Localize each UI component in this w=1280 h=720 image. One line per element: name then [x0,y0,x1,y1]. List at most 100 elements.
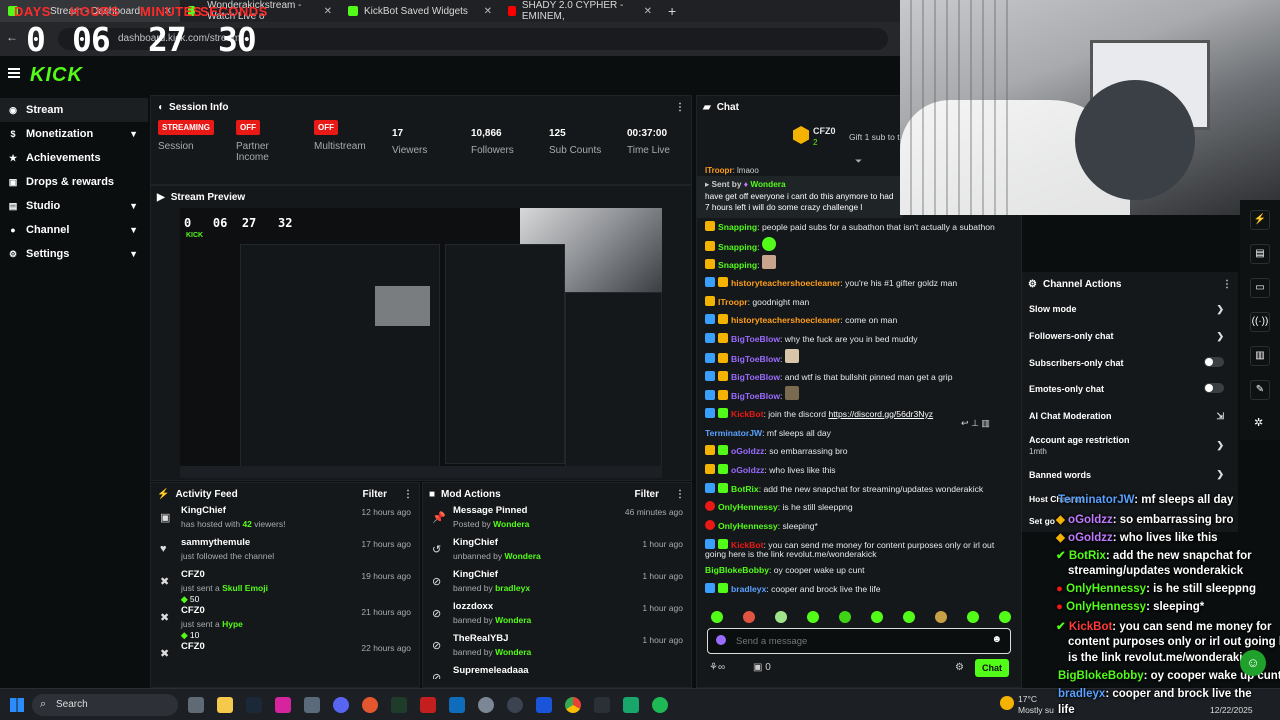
chat-username[interactable]: oGoldzz [731,446,764,456]
settings-icon[interactable] [478,697,494,713]
chat-username[interactable]: historyteachershoecleaner [731,315,840,325]
app-icon[interactable] [420,697,436,713]
emote-icon[interactable] [999,611,1011,623]
outlook-icon[interactable] [449,697,465,713]
sidebar-item-drops[interactable]: ▣ Drops & rewards [0,170,148,194]
chat-username[interactable]: KickBot [731,409,763,419]
emotes-only-toggle[interactable] [1204,383,1224,394]
kick-logo[interactable]: KICK [30,64,83,87]
more-options-icon[interactable]: ⋮ [675,102,685,113]
chat-username[interactable]: OnlyHennessy [718,521,778,531]
chat-username[interactable]: TerminatorJW [705,428,762,438]
chat-username[interactable]: BigToeBlow [731,354,780,364]
steam-icon[interactable] [246,697,262,713]
file-explorer-icon[interactable] [217,697,233,713]
chat-username[interactable]: Snapping [718,260,757,270]
taskbar-search[interactable]: ⌕ Search [32,694,178,716]
emote-icon[interactable] [711,611,723,623]
app-icon[interactable] [536,697,552,713]
more-options-icon[interactable]: ⋮ [1222,279,1232,290]
tab-kickbot-widgets[interactable]: KickBot Saved Widgets ✕ [340,0,500,22]
emote-icon[interactable] [807,611,819,623]
app-icon[interactable] [362,697,378,713]
gift-sub-text[interactable]: Gift 1 sub to t [849,132,900,142]
chat-username[interactable]: BigToeBlow [731,334,780,344]
weather-icon[interactable] [1000,696,1014,710]
instagram-icon[interactable] [275,697,291,713]
app-icon[interactable] [623,697,639,713]
wrench-icon[interactable]: ✎ [1250,380,1270,400]
chat-username[interactable]: historyteachershoecleaner [731,278,840,288]
banned-words-row[interactable]: Banned words ❯ [1022,461,1238,488]
spotify-icon[interactable] [652,697,668,713]
discord-icon[interactable] [333,697,349,713]
app-icon[interactable] [304,697,320,713]
emote-icon[interactable] [903,611,915,623]
chat-username[interactable]: ITroopr [718,297,748,307]
close-tab-icon[interactable]: ✕ [644,6,652,17]
app-icon[interactable] [391,697,407,713]
filter-button[interactable]: Filter [635,489,659,500]
chat-input-box[interactable]: ☻ [707,628,1011,654]
obs-icon[interactable] [594,697,610,713]
chat-username[interactable]: OnlyHennessy [718,502,778,512]
sidebar-item-stream[interactable]: ◉ Stream [0,98,148,122]
tab-youtube[interactable]: SHADY 2.0 CYPHER - EMINEM, ✕ [500,0,660,22]
emote-icon[interactable] [839,611,851,623]
more-options-icon[interactable]: ⋮ [403,489,413,500]
chat-username[interactable]: BigToeBlow [731,391,780,401]
windows-start-icon[interactable] [10,698,24,712]
emote-icon[interactable] [743,611,755,623]
emote-icon[interactable] [967,611,979,623]
stream-preview-video[interactable]: 0 06 27 32 KICK [180,208,662,478]
chat-link[interactable]: https://discord.gg/56dr3Nyz [828,409,933,419]
emoji-icon[interactable]: ☻ [991,634,1002,645]
reply-icon[interactable]: ↩ [961,418,969,428]
close-tab-icon[interactable]: ✕ [324,6,332,17]
slow-mode-row[interactable]: Slow mode ❯ [1022,296,1238,323]
bolt-icon[interactable]: ⚡ [1250,210,1270,230]
new-tab-button[interactable]: + [660,0,684,22]
chat-username[interactable]: Snapping [718,222,757,232]
chat-bubble-icon[interactable]: ▭ [1250,278,1270,298]
preview-timer-minutes: 27 [241,216,257,230]
delete-icon[interactable]: ▥ [981,418,990,428]
more-options-icon[interactable]: ⋮ [675,489,685,500]
sidebar-item-studio[interactable]: ▤ Studio ▼ [0,194,148,218]
pinned-message[interactable]: ▸ Sent by ♦ Wondera have get off everyon… [697,176,903,218]
sidebar-item-settings[interactable]: ⚙ Settings ▼ [0,242,148,266]
chat-settings-icon[interactable]: ⚙ [955,662,964,673]
chat-username[interactable]: Snapping [718,242,757,252]
chat-input[interactable] [736,632,986,650]
clipboard-icon[interactable]: ▤ [1250,244,1270,264]
chat-username[interactable]: BigToeBlow [731,372,780,382]
subscribers-only-toggle[interactable] [1204,356,1224,367]
chat-username[interactable]: BigBlokeBobby [705,565,769,575]
app-icon[interactable] [507,697,523,713]
sidebar-item-achievements[interactable]: ★ Achievements [0,146,148,170]
broadcast-icon[interactable]: ((·)) [1250,312,1270,332]
followers-only-row[interactable]: Followers-only chat ❯ [1022,323,1238,350]
sidebar-item-monetization[interactable]: $ Monetization ▼ [0,122,148,146]
send-chat-button[interactable]: Chat [975,659,1009,677]
emote-icon[interactable] [935,611,947,623]
sidebar-item-channel[interactable]: ● Channel ▼ [0,218,148,242]
chat-username[interactable]: BotRix [731,484,759,494]
chat-username[interactable]: oGoldzz [731,465,764,475]
task-view-icon[interactable] [188,697,204,713]
emote-icon[interactable] [871,611,883,623]
users-icon[interactable]: ⚘∞ [709,662,725,673]
menu-icon[interactable] [8,68,20,78]
close-tab-icon[interactable]: ✕ [484,6,492,17]
pin-message-icon[interactable]: ⊥ [971,418,979,428]
top-gifter-name[interactable]: CFZ0 [813,126,836,136]
chrome-icon[interactable] [565,697,581,713]
account-age-row[interactable]: Account age restriction 1mth ❯ [1022,429,1238,461]
emote-icon[interactable] [775,611,787,623]
ai-moderation-row[interactable]: AI Chat Moderation ⇲ [1022,403,1238,430]
filter-button[interactable]: Filter [363,489,387,500]
ai-sparkle-icon[interactable]: ✲ [1254,416,1263,429]
chat-username[interactable]: bradleyx [731,584,766,594]
chat-username[interactable]: KickBot [731,540,763,550]
storage-icon[interactable]: ▥ [1250,346,1270,366]
